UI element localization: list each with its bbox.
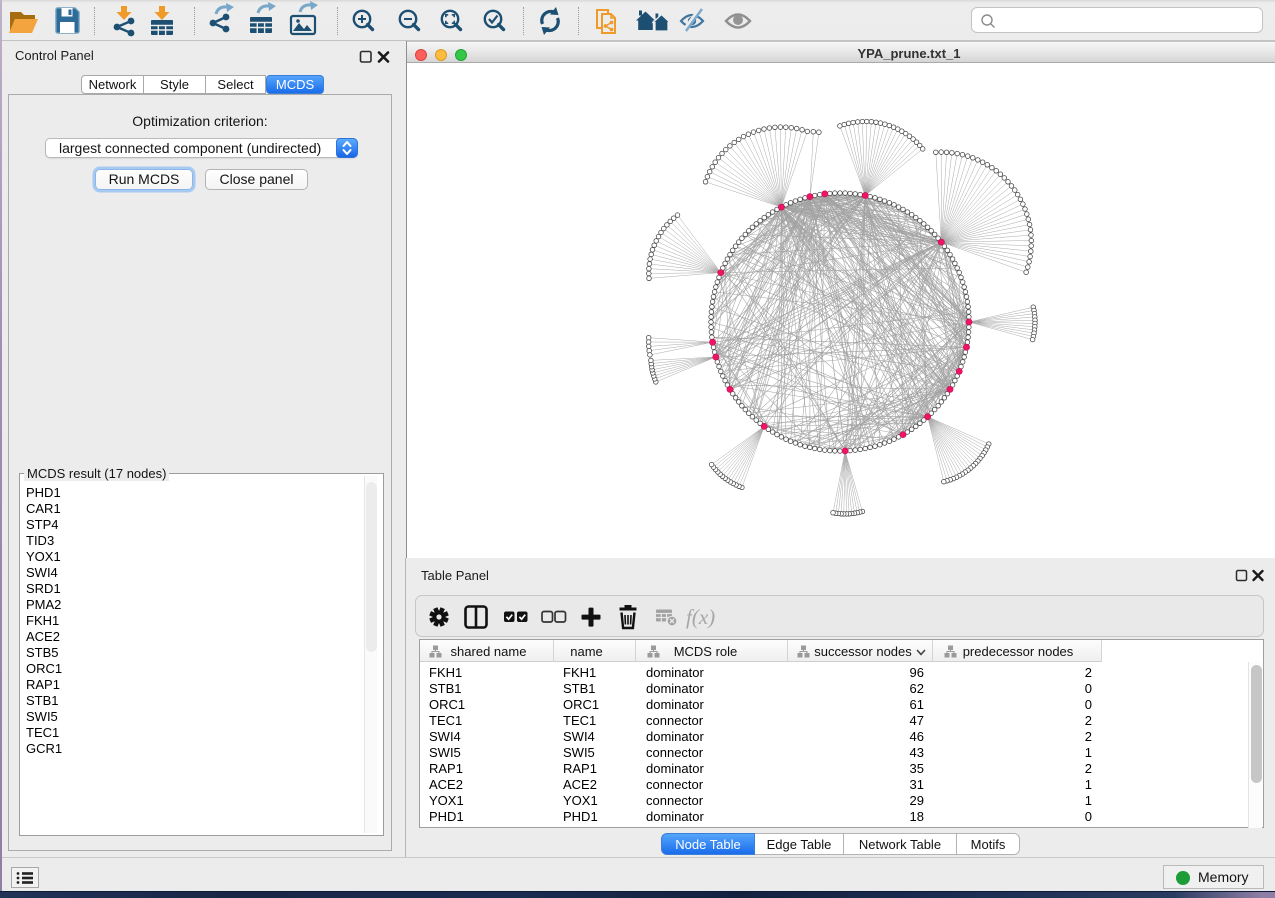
svg-text:f(x): f(x) [686,605,715,629]
